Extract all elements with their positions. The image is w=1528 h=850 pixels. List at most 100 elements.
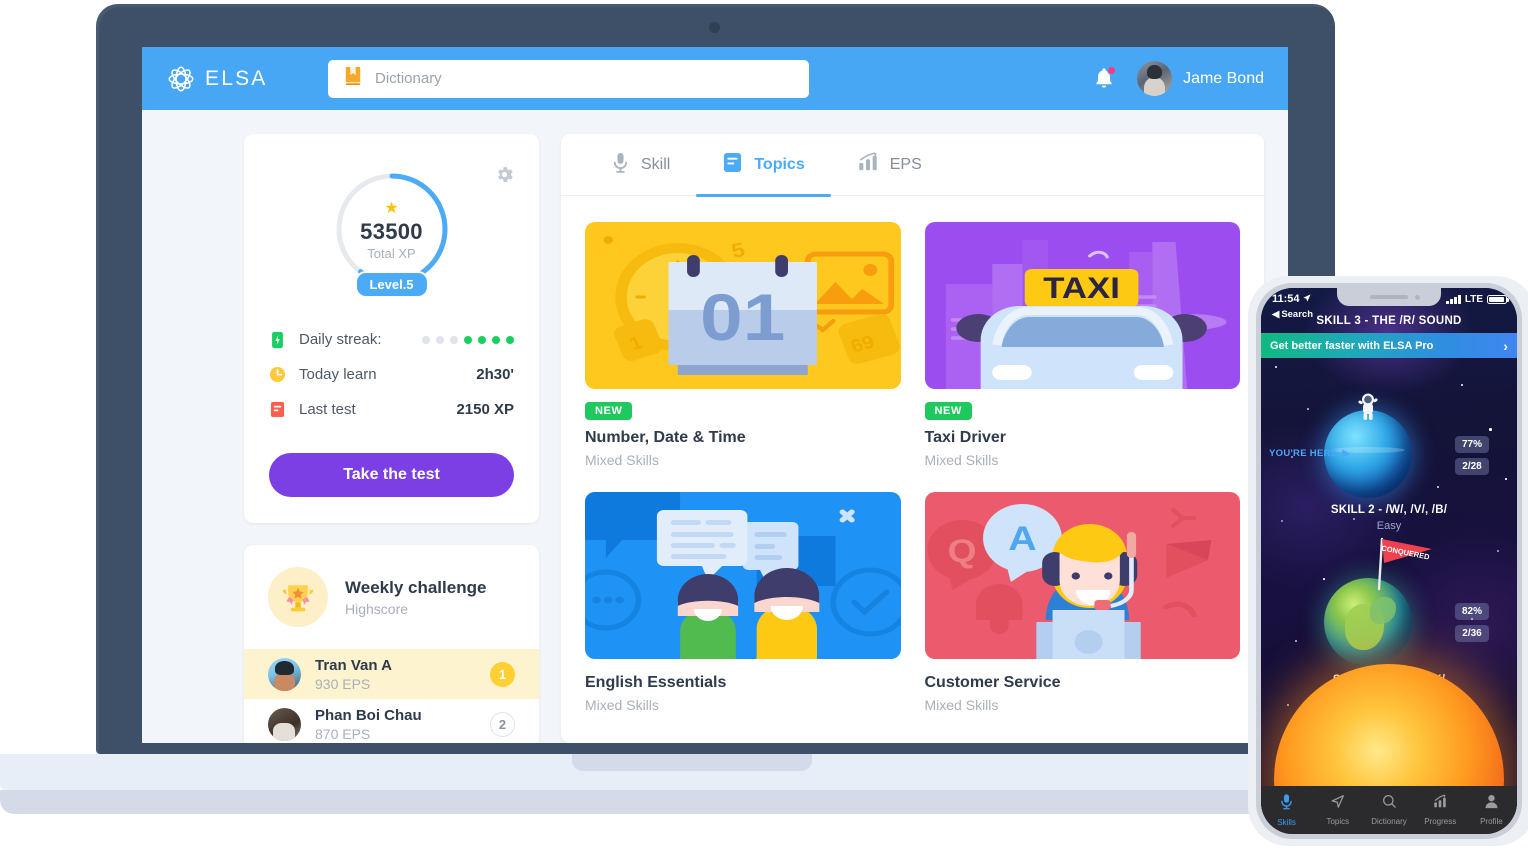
front-camera-icon bbox=[1415, 295, 1420, 300]
topic-subtitle: Mixed Skills bbox=[924, 697, 999, 713]
stat-label: Today learn bbox=[299, 366, 377, 383]
arrow-right-icon: ▶ bbox=[1342, 448, 1350, 459]
search-input[interactable]: Dictionary bbox=[328, 59, 809, 98]
weekly-challenge-subtitle: Highscore bbox=[345, 600, 409, 617]
topic-card[interactable]: TAXI NEW Taxi Driver Mixed Skills bbox=[924, 222, 1240, 468]
topic-card[interactable]: 5 1 69 01 NEW Number, Date & Time Mixed … bbox=[585, 222, 901, 468]
gear-icon[interactable] bbox=[494, 164, 515, 185]
you-are-here-marker: YOU'RE HERE ▶ bbox=[1269, 448, 1350, 459]
phone-tab-label: Profile bbox=[1480, 817, 1503, 826]
promo-banner[interactable]: Get better faster with ELSA Pro › bbox=[1261, 333, 1517, 358]
phone-tab-dictionary[interactable]: Dictionary bbox=[1363, 794, 1414, 826]
xp-card: ★ 53500 Total XP Level.5 Daily streak: T… bbox=[244, 134, 539, 523]
phone-tab-label: Topics bbox=[1326, 817, 1350, 826]
phone-tab-label: Progress bbox=[1424, 817, 1457, 826]
planet-skill-1[interactable] bbox=[1324, 578, 1412, 666]
topic-thumbnail bbox=[585, 492, 901, 659]
phone-tab-label: Dictionary bbox=[1371, 817, 1407, 826]
topic-thumbnail: TAXI bbox=[924, 222, 1240, 389]
stat-value: 2h30' bbox=[476, 366, 514, 383]
back-to-search-link[interactable]: ◀ Search bbox=[1272, 309, 1313, 320]
leaderboard-score: 930 EPS bbox=[315, 675, 371, 692]
promo-text: Get better faster with ELSA Pro bbox=[1270, 339, 1434, 352]
new-badge: NEW bbox=[924, 402, 972, 420]
status-time: 11:54 bbox=[1272, 293, 1300, 305]
notification-bell-icon[interactable] bbox=[1093, 65, 1117, 92]
rank-badge: 1 bbox=[490, 661, 515, 687]
book-icon bbox=[344, 66, 362, 91]
phone-tab-label: Skills bbox=[1277, 818, 1296, 827]
bar-chart-icon bbox=[857, 151, 879, 178]
phone-tab-progress[interactable]: Progress bbox=[1415, 794, 1466, 826]
leaderboard-row[interactable]: Tran Van A 930 EPS 1 bbox=[244, 649, 539, 699]
back-label: Search bbox=[1281, 309, 1313, 320]
laptop-base-notch bbox=[572, 754, 812, 771]
progress-pill: 2/36 bbox=[1455, 625, 1489, 642]
carrier-label: LTE bbox=[1464, 294, 1483, 305]
phone-tab-topics[interactable]: Topics bbox=[1312, 794, 1363, 826]
conquered-flag: CONQUERED bbox=[1365, 531, 1435, 591]
take-the-test-button[interactable]: Take the test bbox=[269, 453, 514, 497]
brand-logo[interactable]: ELSA bbox=[166, 64, 308, 94]
you-are-here-label: YOU'RE HERE bbox=[1269, 448, 1338, 459]
phone-notch bbox=[1337, 288, 1441, 306]
weekly-challenge-card: Weekly challenge Highscore Tran Van A 93… bbox=[244, 545, 539, 743]
battery-bolt-icon bbox=[269, 330, 286, 349]
leaderboard-name: Tran Van A bbox=[315, 656, 392, 674]
laptop-camera-icon bbox=[709, 22, 720, 33]
percent-pill: 82% bbox=[1455, 603, 1489, 620]
topic-title: Taxi Driver bbox=[924, 429, 1007, 446]
chevron-left-icon: ◀ bbox=[1272, 309, 1280, 320]
right-column: Skill Topics EPS 5 1 69 01 NEW Number, D… bbox=[561, 134, 1264, 743]
app-body: ★ 53500 Total XP Level.5 Daily streak: T… bbox=[142, 110, 1288, 743]
tab-eps[interactable]: EPS bbox=[831, 134, 948, 196]
laptop-base-front bbox=[0, 790, 1383, 814]
leaderboard-row[interactable]: Phan Boi Chau 870 EPS 2 bbox=[244, 699, 539, 743]
phone-device: 11:54 ◀ Search LTE SKILL 3 - THE /R/ SOU… bbox=[1256, 283, 1522, 839]
search-icon bbox=[1382, 794, 1397, 814]
user-menu[interactable]: Jame Bond bbox=[1137, 61, 1264, 96]
phone-tab-bar: Skills Topics Dictionary Progress Profil… bbox=[1261, 786, 1517, 834]
weekly-challenge-title: Weekly challenge bbox=[345, 577, 487, 597]
brand-name: ELSA bbox=[205, 66, 268, 90]
tab-topics[interactable]: Topics bbox=[696, 134, 832, 197]
topic-subtitle: Mixed Skills bbox=[585, 452, 659, 468]
stat-value: 2150 XP bbox=[456, 401, 514, 418]
phone-screen: 11:54 ◀ Search LTE SKILL 3 - THE /R/ SOU… bbox=[1261, 288, 1517, 834]
leaderboard-score: 870 EPS bbox=[315, 725, 371, 742]
topics-panel: Skill Topics EPS 5 1 69 01 NEW Number, D… bbox=[561, 134, 1264, 743]
clock-icon bbox=[269, 365, 286, 384]
search-placeholder: Dictionary bbox=[375, 70, 442, 87]
stat-row-today-learn: Today learn 2h30' bbox=[269, 357, 514, 392]
topic-card[interactable]: Q A Customer Service Mixed Skills bbox=[924, 492, 1240, 713]
topic-thumbnail: Q A bbox=[924, 492, 1240, 659]
chevron-right-icon: › bbox=[1503, 337, 1508, 354]
stats-list: Daily streak: Today learn 2h30' Last tes… bbox=[269, 322, 514, 427]
book-blue-icon bbox=[722, 151, 743, 179]
trophy-icon bbox=[268, 567, 328, 627]
app-header: ELSA Dictionary Jame Bond bbox=[142, 47, 1288, 110]
new-badge: NEW bbox=[585, 402, 633, 420]
elsa-star-logo-icon bbox=[166, 64, 196, 94]
header-actions: Jame Bond bbox=[1093, 61, 1264, 96]
person-icon bbox=[1484, 794, 1499, 814]
laptop-screen: ELSA Dictionary Jame Bond ★ 53500 Total … bbox=[142, 47, 1288, 743]
tab-label: EPS bbox=[889, 155, 922, 173]
battery-icon bbox=[1487, 294, 1509, 305]
earpiece-speaker bbox=[1370, 295, 1408, 299]
avatar bbox=[268, 707, 301, 741]
astronaut-icon bbox=[1357, 392, 1379, 422]
topic-thumbnail: 5 1 69 01 bbox=[585, 222, 901, 389]
tabs: Skill Topics EPS bbox=[561, 134, 1264, 197]
signal-icon bbox=[1446, 295, 1461, 304]
tab-skill[interactable]: Skill bbox=[585, 134, 696, 196]
tab-label: Topics bbox=[754, 155, 805, 173]
location-arrow-icon bbox=[1302, 293, 1311, 305]
status-time-group: 11:54 bbox=[1272, 293, 1311, 305]
phone-tab-profile[interactable]: Profile bbox=[1466, 794, 1517, 826]
microphone-icon bbox=[1279, 793, 1294, 815]
topic-subtitle: Mixed Skills bbox=[585, 697, 659, 713]
phone-tab-skills[interactable]: Skills bbox=[1261, 793, 1312, 827]
total-xp-label: Total XP bbox=[367, 246, 416, 261]
topic-card[interactable]: English Essentials Mixed Skills bbox=[585, 492, 901, 713]
